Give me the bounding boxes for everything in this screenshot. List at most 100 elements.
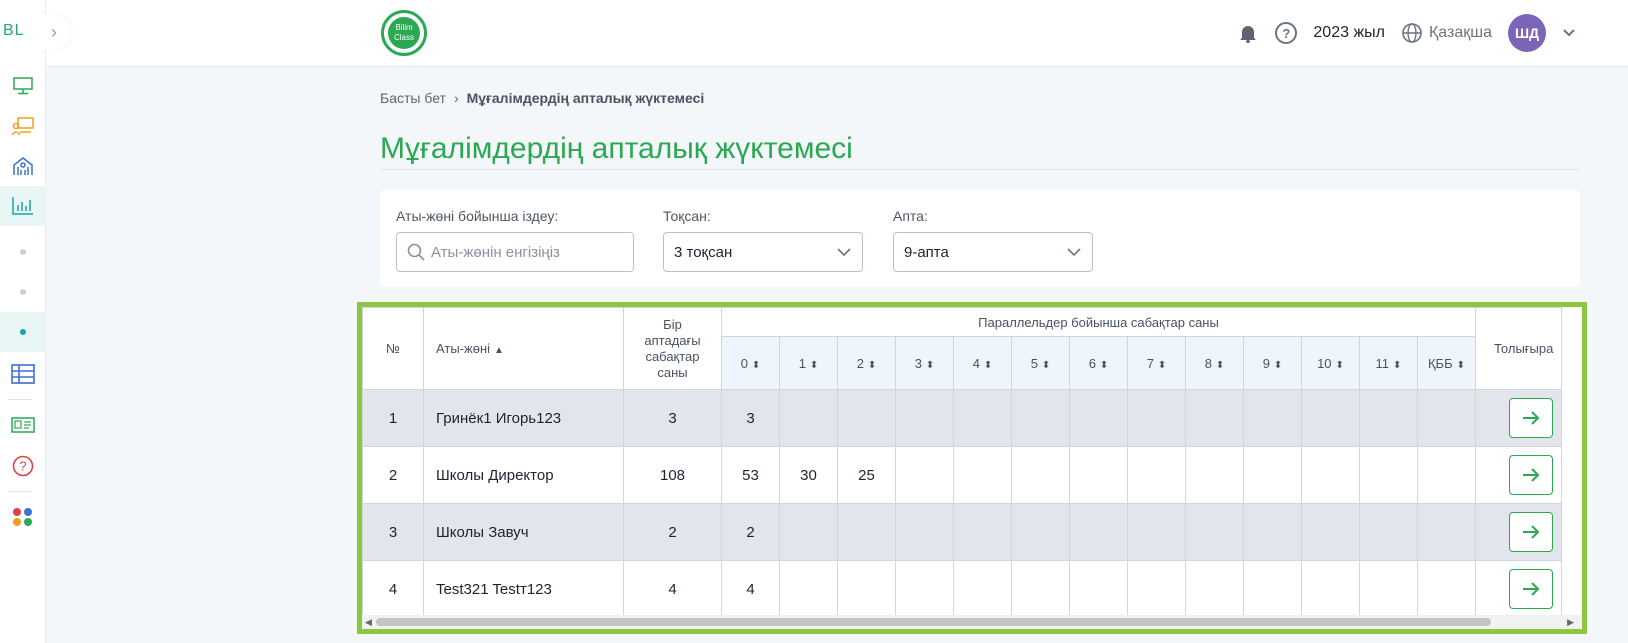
monitor-icon <box>13 77 33 95</box>
row-name: Школы Завуч <box>423 503 624 561</box>
row-parallel-cell <box>779 560 838 618</box>
week-label: Апта: <box>893 208 928 224</box>
sort-icon: ⬍ <box>1273 359 1283 371</box>
workload-table-frame: № Аты-жөні ▲ Бір аптадағы сабақтар саны П… <box>357 302 1587 634</box>
row-parallel-cell <box>1417 389 1476 447</box>
col-header-parallel[interactable]: 0 ⬍ <box>721 336 780 390</box>
details-button[interactable] <box>1509 512 1553 552</box>
row-parallel-cell: 30 <box>779 446 838 504</box>
row-weekly: 3 <box>623 389 722 447</box>
arrow-right-icon <box>1523 582 1540 596</box>
row-parallel-cell <box>1301 389 1360 447</box>
col-header-parallel[interactable]: 6 ⬍ <box>1069 336 1128 390</box>
sidebar-item-reports[interactable] <box>0 186 46 226</box>
sidebar-subitem-1[interactable] <box>0 232 46 272</box>
row-parallel-cell <box>1011 503 1070 561</box>
week-value: 9-апта <box>904 243 949 261</box>
help-icon: ? <box>12 455 34 477</box>
sidebar-item-help[interactable]: ? <box>0 446 46 486</box>
row-name: Школы Директор <box>423 446 624 504</box>
sidebar-item-presentation[interactable] <box>0 106 46 146</box>
col-header-parallel[interactable]: 2 ⬍ <box>837 336 896 390</box>
sidebar-item-apps[interactable] <box>0 497 46 537</box>
row-parallel-cell <box>1127 560 1186 618</box>
col-header-parallel[interactable]: ҚББ ⬍ <box>1417 336 1476 390</box>
parallel-label: 1 <box>798 355 806 371</box>
parallel-label: 9 <box>1262 355 1270 371</box>
row-parallel-cell <box>1301 560 1360 618</box>
search-placeholder: Аты-жөнін енгізіңіз <box>431 243 560 261</box>
sidebar-divider <box>8 399 32 400</box>
search-input[interactable]: Аты-жөнін енгізіңіз <box>396 232 634 272</box>
row-parallel-cell <box>1069 389 1128 447</box>
parallel-label: 6 <box>1088 355 1096 371</box>
sort-up-icon: ▲ <box>494 345 504 356</box>
bell-icon[interactable] <box>1237 22 1259 44</box>
week-select[interactable]: 9-апта <box>893 232 1093 272</box>
col-header-parallel[interactable]: 7 ⬍ <box>1127 336 1186 390</box>
col-header-parallel[interactable]: 10 ⬍ <box>1301 336 1360 390</box>
col-header-parallel[interactable]: 3 ⬍ <box>895 336 954 390</box>
chart-icon <box>12 197 33 215</box>
row-num: 2 <box>362 446 424 504</box>
col-header-name[interactable]: Аты-жөні ▲ <box>423 307 624 390</box>
breadcrumb-home[interactable]: Басты бет <box>380 90 446 106</box>
help-icon[interactable]: ? <box>1275 22 1298 44</box>
brand-logo[interactable]: Bilim Class <box>381 10 427 56</box>
sort-icon: ⬍ <box>925 359 935 371</box>
sort-icon: ⬍ <box>1157 359 1167 371</box>
col-header-parallel[interactable]: 11 ⬍ <box>1359 336 1418 390</box>
sidebar-item-idcard[interactable] <box>0 405 46 445</box>
horizontal-scrollbar[interactable]: ◀ ▶ <box>362 615 1582 629</box>
sidebar-item-school[interactable] <box>0 146 46 186</box>
row-parallel-cell <box>1011 446 1070 504</box>
col-header-parallel[interactable]: 9 ⬍ <box>1243 336 1302 390</box>
col-header-parallel[interactable]: 1 ⬍ <box>779 336 838 390</box>
sidebar-subitem-3[interactable] <box>0 312 46 352</box>
sidebar-item-table[interactable] <box>0 354 46 394</box>
parallel-label: 4 <box>972 355 980 371</box>
row-parallel-cell <box>1185 503 1244 561</box>
language-selector[interactable]: Қазақша <box>1401 22 1492 44</box>
chevron-down-icon[interactable] <box>1562 25 1576 41</box>
details-button[interactable] <box>1509 398 1553 438</box>
sort-icon: ⬍ <box>1393 359 1402 371</box>
row-parallel-cell <box>1359 446 1418 504</box>
col-header-weekly: Бір аптадағы сабақтар саны <box>623 307 722 390</box>
col-header-parallel[interactable]: 8 ⬍ <box>1185 336 1244 390</box>
scroll-right-icon[interactable]: ▶ <box>1567 617 1574 628</box>
row-parallel-cell <box>953 503 1012 561</box>
row-num: 3 <box>362 503 424 561</box>
arrow-right-icon <box>1523 411 1540 425</box>
scroll-left-icon[interactable]: ◀ <box>365 617 372 628</box>
globe-icon <box>1402 23 1422 43</box>
avatar[interactable]: ШД <box>1508 14 1546 52</box>
parallel-label: 2 <box>856 355 864 371</box>
row-parallel-cell <box>953 446 1012 504</box>
details-button[interactable] <box>1509 455 1553 495</box>
sort-icon: ⬍ <box>1099 359 1109 371</box>
row-parallel-cell: 53 <box>721 446 780 504</box>
year-selector[interactable]: 2023 жыл <box>1313 24 1385 42</box>
row-parallel-cell <box>1301 503 1360 561</box>
row-parallel-cell <box>895 446 954 504</box>
week-filter: Апта: 9-апта <box>893 208 1093 272</box>
sidebar-subitem-2[interactable] <box>0 272 46 312</box>
col-header-parallel[interactable]: 4 ⬍ <box>953 336 1012 390</box>
row-name: Гринёк1 Игорь123 <box>423 389 624 447</box>
sort-icon: ⬍ <box>809 359 819 371</box>
col-header-name-label: Аты-жөні <box>436 341 491 356</box>
apps-icon <box>13 508 32 526</box>
details-button[interactable] <box>1509 569 1553 609</box>
quarter-label: Тоқсан: <box>663 208 711 224</box>
parallel-label: 0 <box>740 355 748 371</box>
quarter-select[interactable]: 3 тоқсан <box>663 232 863 272</box>
sort-icon: ⬍ <box>983 359 993 371</box>
sidebar-logo[interactable]: BL <box>3 22 25 40</box>
parallel-label: 3 <box>914 355 922 371</box>
scroll-thumb[interactable] <box>376 618 1491 626</box>
dot-icon <box>20 289 26 295</box>
quarter-filter: Тоқсан: 3 тоқсан <box>663 208 863 272</box>
col-header-parallel[interactable]: 5 ⬍ <box>1011 336 1070 390</box>
sidebar-item-monitor[interactable] <box>0 66 46 106</box>
